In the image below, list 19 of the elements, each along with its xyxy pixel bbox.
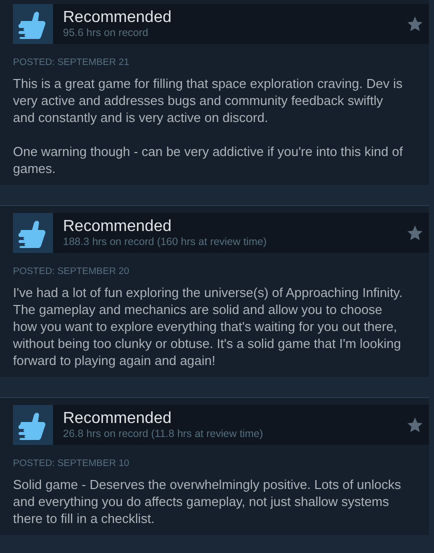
thumbs-up-icon [13, 213, 53, 253]
playtime-text: 95.6 hrs on record [63, 27, 150, 40]
review-verdict: Recommended [63, 217, 172, 236]
review-text: One warning though - can be very addictive if you're into this kind of games. [13, 143, 404, 177]
playtime-text: 26.8 hrs on record (11.8 hrs at review time) [63, 428, 264, 441]
review-verdict: Recommended [63, 8, 172, 27]
posted-date: POSTED: SEPTEMBER 10 [13, 458, 130, 470]
playtime-text: 188.3 hrs on record (160 hrs at review time) [63, 236, 268, 249]
review-text: This is a great game for filling that space exploration craving. Dev is very active and addresses bugs and community feedback swiftly and constantly and is very active on discord. [13, 75, 404, 126]
posted-date: POSTED: SEPTEMBER 20 [13, 266, 130, 278]
review-text: Solid game - Deserves the overwhelmingly positive. Lots of unlocks and everything you do affects gameplay, not just shallow systems there to fill in a checklist. [13, 476, 402, 527]
review-text: I've had a lot of fun exploring the universe(s) of Approaching Infinity. The gameplay and mechanics are solid and allow you to choose how you want to explore everything that's waiting for you out there, without being too clunky or obtuse. It's a solid game that I'm looking forward to playing again and again! [13, 284, 404, 369]
thumbs-up-icon [13, 4, 53, 44]
star-icon[interactable] [406, 224, 424, 242]
star-icon[interactable] [406, 416, 424, 434]
review-verdict: Recommended [63, 409, 172, 428]
star-icon[interactable] [406, 15, 424, 33]
thumbs-up-icon [13, 405, 53, 445]
posted-date: POSTED: SEPTEMBER 21 [13, 57, 130, 69]
